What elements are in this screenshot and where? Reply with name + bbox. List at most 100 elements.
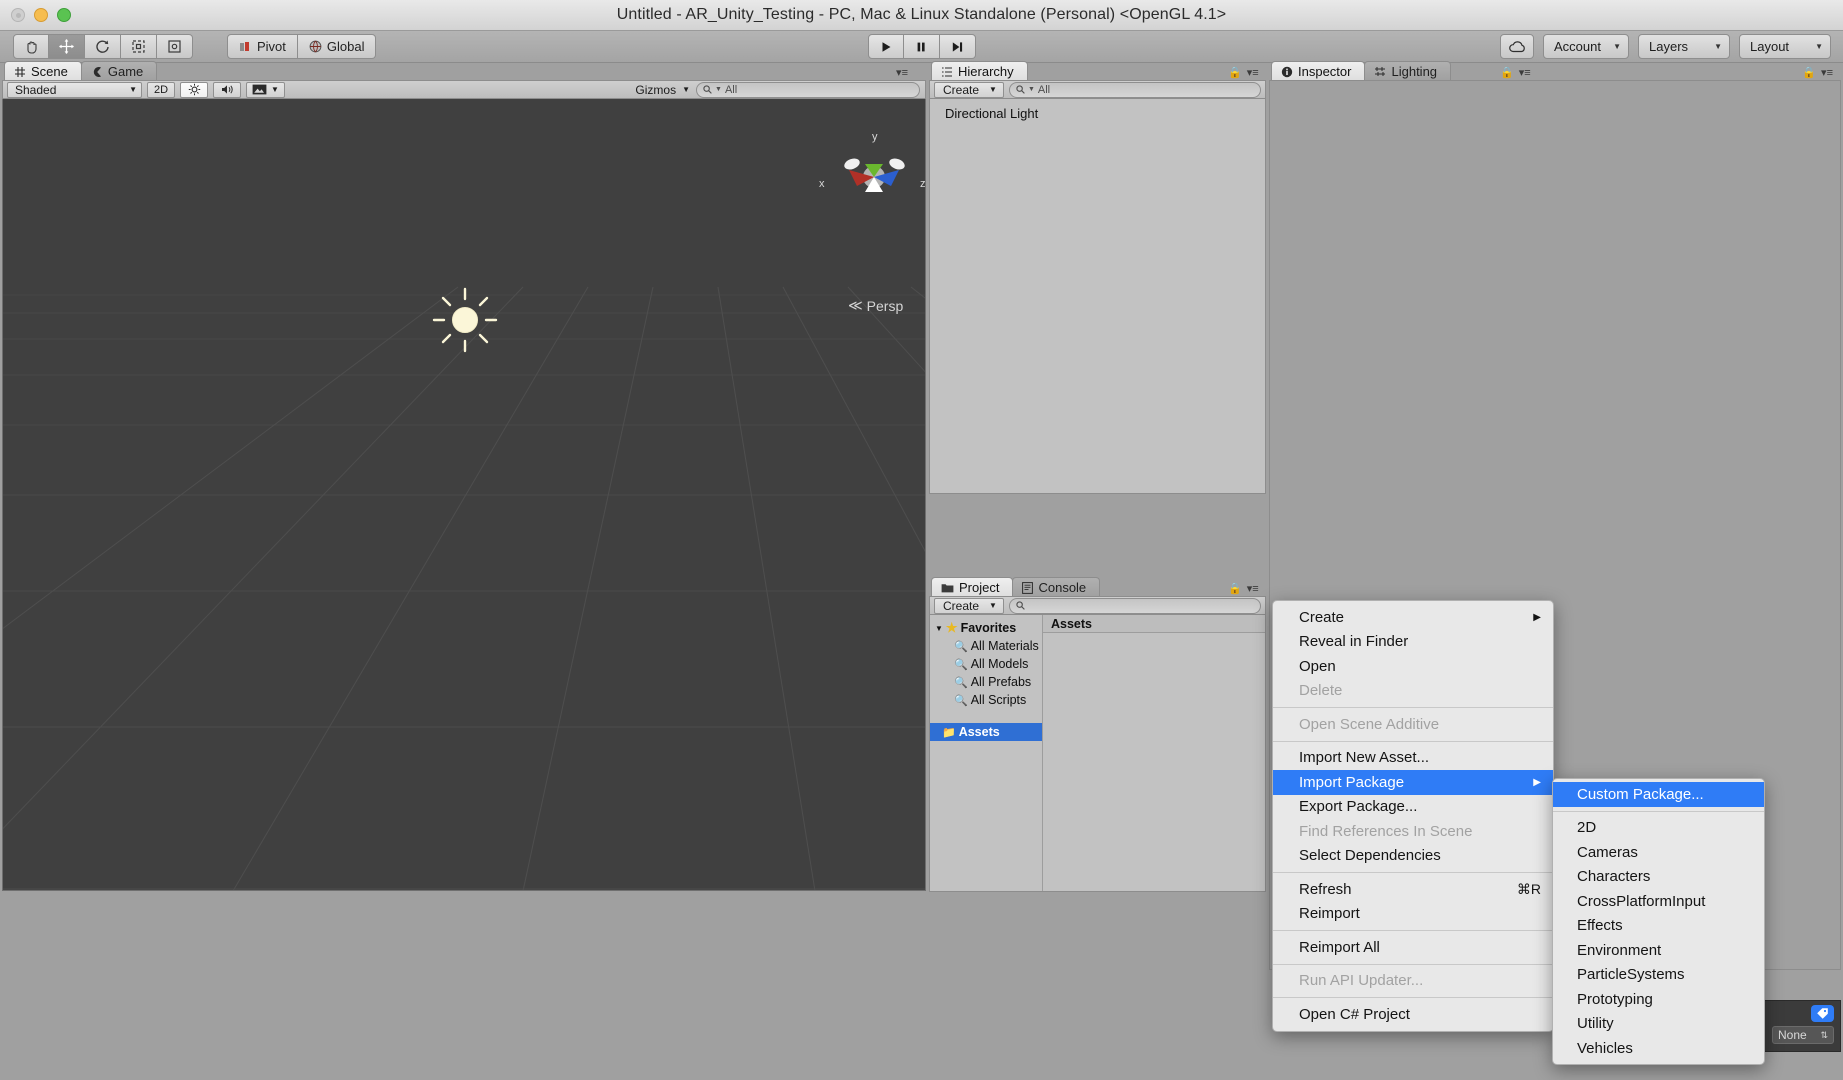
pivot-toggle-button[interactable]: Pivot: [227, 34, 298, 59]
menu-item-open-csharp-project[interactable]: Open C# Project: [1273, 1002, 1553, 1027]
panel-options-icon[interactable]: ▾≡: [1519, 66, 1531, 79]
submenu-item-utility[interactable]: Utility: [1553, 1012, 1764, 1037]
panel-options-icon[interactable]: ▾≡: [896, 66, 908, 79]
inspector-left-menu[interactable]: 🔒 ▾≡: [1500, 66, 1531, 79]
tab-inspector[interactable]: Inspector: [1271, 61, 1365, 81]
lock-icon[interactable]: 🔒: [1228, 582, 1242, 595]
assets-breadcrumb-label: Assets: [1051, 617, 1092, 631]
global-label: Global: [327, 39, 365, 54]
tab-lighting[interactable]: Lighting: [1364, 61, 1451, 81]
panel-options-icon[interactable]: ▾≡: [1821, 66, 1833, 79]
menu-item-select-dependencies[interactable]: Select Dependencies: [1273, 844, 1553, 869]
gizmos-dropdown[interactable]: Gizmos ▼: [629, 82, 696, 98]
menu-item-import-new-asset[interactable]: Import New Asset...: [1273, 746, 1553, 771]
play-button[interactable]: [868, 34, 904, 59]
layers-dropdown[interactable]: Layers ▼: [1638, 34, 1730, 59]
submenu-item-2d[interactable]: 2D: [1553, 816, 1764, 841]
cloud-icon: [1508, 40, 1527, 54]
menu-item-label: Cameras: [1577, 844, 1638, 861]
menu-item-open[interactable]: Open: [1273, 654, 1553, 679]
scene-axis-gizmo[interactable]: y x z: [809, 129, 926, 219]
panel-options-icon[interactable]: ▾≡: [1247, 582, 1259, 595]
lock-icon[interactable]: 🔒: [1802, 66, 1816, 79]
chevron-down-icon[interactable]: ▼: [935, 624, 943, 633]
scene-fx-dropdown[interactable]: ▼: [246, 82, 285, 98]
hierarchy-item-directional-light[interactable]: Directional Light: [930, 104, 1265, 123]
tab-project[interactable]: Project: [931, 577, 1013, 597]
scene-audio-toggle[interactable]: [213, 82, 241, 98]
toggle-2d-button[interactable]: 2D: [147, 82, 175, 98]
tag-none-dropdown[interactable]: None ⇅: [1772, 1026, 1834, 1044]
projection-text: Persp: [867, 298, 904, 314]
lock-icon[interactable]: 🔒: [1500, 66, 1514, 79]
menu-item-label: Characters: [1577, 868, 1650, 885]
project-asset-area[interactable]: Assets: [1042, 615, 1265, 891]
menu-item-export-package[interactable]: Export Package...: [1273, 795, 1553, 820]
submenu-item-particlesystems[interactable]: ParticleSystems: [1553, 963, 1764, 988]
menu-item-create[interactable]: Create ▶: [1273, 605, 1553, 630]
tree-row-all-materials[interactable]: 🔍 All Materials: [930, 637, 1042, 655]
menu-item-label: Prototyping: [1577, 991, 1653, 1008]
pause-button[interactable]: [904, 34, 940, 59]
tree-row-all-models[interactable]: 🔍 All Models: [930, 655, 1042, 673]
move-tool-button[interactable]: [49, 34, 85, 59]
step-button[interactable]: [940, 34, 976, 59]
shading-mode-dropdown[interactable]: Shaded ▼: [7, 82, 142, 98]
submenu-item-crossplatforminput[interactable]: CrossPlatformInput: [1553, 889, 1764, 914]
hierarchy-panel-menu[interactable]: 🔒 ▾≡: [1228, 66, 1259, 79]
submenu-item-environment[interactable]: Environment: [1553, 938, 1764, 963]
menu-item-run-api-updater: Run API Updater...: [1273, 969, 1553, 994]
project-browser: ▼ ★ Favorites 🔍 All Materials 🔍 All Mode…: [929, 615, 1266, 892]
project-tree: ▼ ★ Favorites 🔍 All Materials 🔍 All Mode…: [930, 615, 1042, 891]
submenu-item-prototyping[interactable]: Prototyping: [1553, 987, 1764, 1012]
submenu-item-effects[interactable]: Effects: [1553, 914, 1764, 939]
tree-row-all-prefabs[interactable]: 🔍 All Prefabs: [930, 673, 1042, 691]
layout-dropdown[interactable]: Layout ▼: [1739, 34, 1831, 59]
project-search-input[interactable]: [1009, 598, 1261, 614]
tab-game[interactable]: Game: [81, 61, 157, 81]
tab-scene[interactable]: Scene: [4, 61, 82, 81]
cloud-services-button[interactable]: [1500, 34, 1534, 59]
project-panel-menu[interactable]: 🔒 ▾≡: [1228, 582, 1259, 595]
hand-tool-button[interactable]: [13, 34, 49, 59]
global-toggle-button[interactable]: Global: [298, 34, 377, 59]
project-create-button[interactable]: Create ▼: [934, 598, 1004, 614]
transform-tools-group: [13, 34, 193, 59]
scene-viewport[interactable]: y x z ≪ Persp: [2, 99, 926, 891]
scene-panel-menu[interactable]: ▾≡: [896, 66, 908, 79]
menu-item-import-package[interactable]: Import Package ▶: [1273, 770, 1553, 795]
tree-row-favorites[interactable]: ▼ ★ Favorites: [930, 619, 1042, 637]
hierarchy-search-input[interactable]: ▼ All: [1009, 82, 1261, 98]
move-icon: [58, 38, 75, 55]
account-dropdown[interactable]: Account ▼: [1543, 34, 1629, 59]
menu-item-reveal-in-finder[interactable]: Reveal in Finder: [1273, 630, 1553, 655]
tab-hierarchy[interactable]: Hierarchy: [931, 61, 1028, 81]
scene-projection-label[interactable]: ≪ Persp: [848, 297, 903, 314]
submenu-item-vehicles[interactable]: Vehicles: [1553, 1036, 1764, 1061]
rect-tool-button[interactable]: [157, 34, 193, 59]
submenu-item-custom-package[interactable]: Custom Package...: [1553, 782, 1764, 807]
submenu-item-characters[interactable]: Characters: [1553, 865, 1764, 890]
directional-light-gizmo[interactable]: [430, 285, 500, 355]
tree-row-all-scripts[interactable]: 🔍 All Scripts: [930, 691, 1042, 709]
tab-console[interactable]: Console: [1012, 577, 1100, 597]
menu-separator: [1273, 707, 1553, 708]
menu-item-label: Environment: [1577, 942, 1661, 959]
menu-item-reimport[interactable]: Reimport: [1273, 902, 1553, 927]
tag-icon[interactable]: [1811, 1005, 1834, 1022]
scale-tool-button[interactable]: [121, 34, 157, 59]
scene-search-input[interactable]: ▼ All: [696, 82, 920, 98]
hierarchy-create-button[interactable]: Create ▼: [934, 82, 1004, 98]
tree-label: All Scripts: [971, 693, 1027, 707]
chevron-down-icon: ▼: [129, 85, 137, 94]
menu-item-refresh[interactable]: Refresh ⌘R: [1273, 877, 1553, 902]
scene-lighting-toggle[interactable]: [180, 82, 208, 98]
tree-row-assets[interactable]: 📁 Assets: [930, 723, 1042, 741]
lock-icon[interactable]: 🔒: [1228, 66, 1242, 79]
menu-item-reimport-all[interactable]: Reimport All: [1273, 935, 1553, 960]
submenu-item-cameras[interactable]: Cameras: [1553, 840, 1764, 865]
panel-options-icon[interactable]: ▾≡: [1247, 66, 1259, 79]
inspector-panel-menu[interactable]: 🔒 ▾≡: [1802, 66, 1833, 79]
axis-x-label: x: [819, 178, 825, 190]
rotate-tool-button[interactable]: [85, 34, 121, 59]
